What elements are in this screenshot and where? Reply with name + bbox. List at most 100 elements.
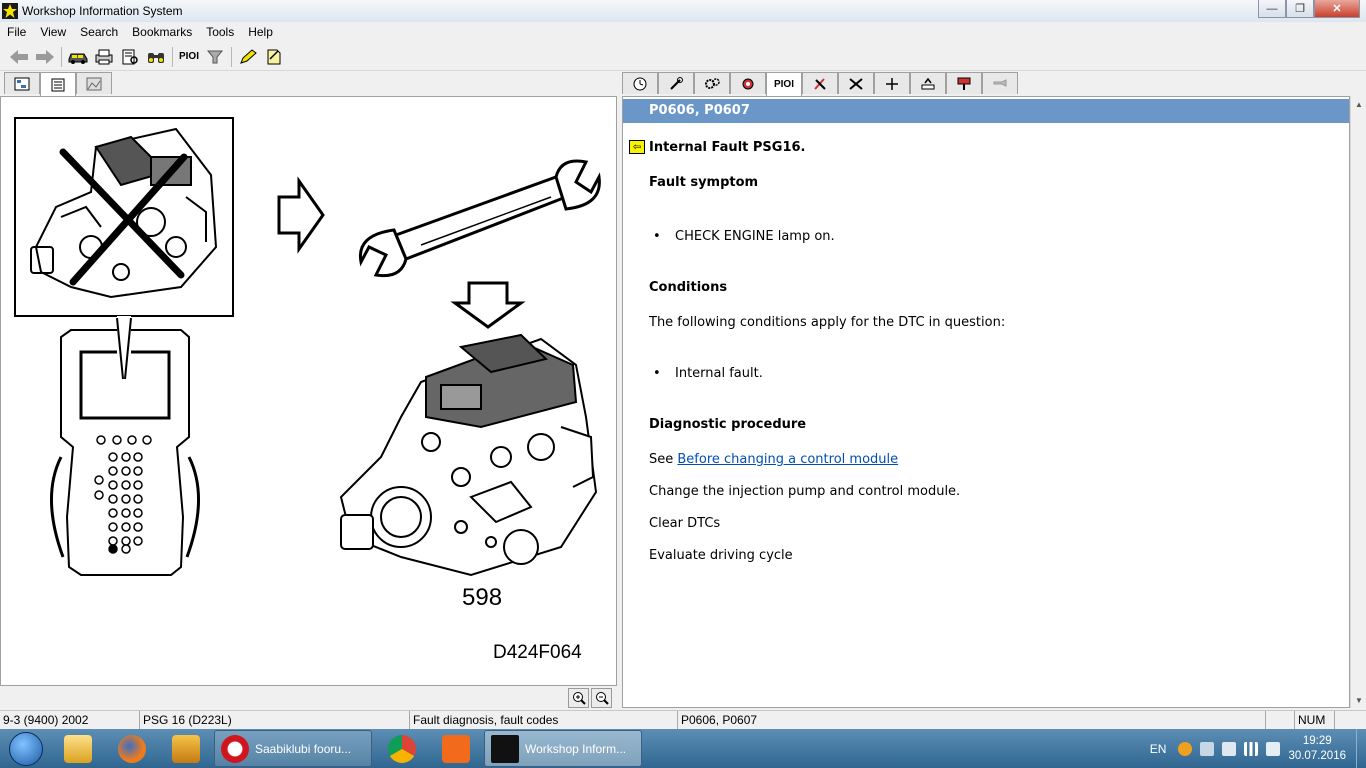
- tab-wrench[interactable]: [658, 72, 694, 94]
- window-title: Workshop Information System: [22, 4, 183, 18]
- network-signal-icon[interactable]: [1244, 741, 1259, 756]
- before-changing-control-module-link[interactable]: Before changing a control module: [677, 452, 898, 467]
- menu-bookmarks[interactable]: Bookmarks: [125, 25, 199, 39]
- toolbar: PIOI: [0, 43, 1366, 71]
- tab-document-view[interactable]: [40, 72, 76, 96]
- tray-app-icon[interactable]: [1178, 741, 1193, 756]
- start-button[interactable]: [0, 729, 52, 768]
- menu-view[interactable]: View: [33, 25, 73, 39]
- toolbar-separator: [61, 46, 62, 67]
- car-icon[interactable]: [65, 45, 91, 69]
- toolbar-separator: [231, 46, 232, 67]
- firefox-taskbar-button[interactable]: [106, 730, 158, 767]
- diagnostic-procedure-heading: Diagnostic procedure: [649, 417, 807, 432]
- app-taskbar-button[interactable]: [160, 730, 212, 767]
- zoom-controls: [568, 688, 614, 708]
- clock-date: 30.07.2016: [1288, 749, 1346, 762]
- tab-gears[interactable]: [694, 72, 730, 94]
- title-bar: Workshop Information System — ❐ ✕: [0, 0, 1366, 22]
- figure-code: D424F064: [493, 642, 582, 663]
- zoom-in-icon[interactable]: [568, 688, 589, 708]
- print-icon[interactable]: [91, 45, 117, 69]
- menu-bar: File View Search Bookmarks Tools Help: [0, 22, 1366, 41]
- binoculars-icon[interactable]: [143, 45, 169, 69]
- forward-arrow-icon[interactable]: [32, 45, 58, 69]
- mi-taskbar-button[interactable]: [430, 730, 482, 767]
- language-indicator[interactable]: EN: [1150, 742, 1167, 756]
- tab-disabled-tool[interactable]: [982, 72, 1018, 94]
- back-link-icon[interactable]: ⇦: [629, 140, 645, 154]
- back-arrow-icon[interactable]: [6, 45, 32, 69]
- tab-bulletin[interactable]: [946, 72, 982, 94]
- conditions-heading: Conditions: [649, 280, 728, 295]
- taskbar: Saabiklubi fooru... Workshop Inform... E…: [0, 729, 1366, 768]
- menu-help[interactable]: Help: [241, 25, 280, 39]
- windows-logo-icon: [9, 731, 43, 766]
- tab-tools[interactable]: [802, 72, 838, 94]
- status-bar: 9-3 (9400) 2002 PSG 16 (D223L) Fault dia…: [0, 710, 1366, 729]
- conditions-text: The following conditions apply for the D…: [649, 315, 1006, 330]
- scroll-up-icon[interactable]: ▲: [1351, 96, 1366, 112]
- tree-icon: [14, 77, 30, 90]
- close-button[interactable]: ✕: [1314, 0, 1360, 18]
- move-arrows-icon: [886, 77, 898, 90]
- firefox-icon: [118, 734, 146, 763]
- tray-device-icon[interactable]: [1222, 741, 1237, 756]
- menu-search[interactable]: Search: [73, 25, 125, 39]
- task-workshop[interactable]: Workshop Inform...: [484, 730, 642, 767]
- wrench-drawing: [358, 159, 601, 278]
- image-icon: [86, 77, 102, 90]
- opera-icon: [221, 734, 249, 763]
- document-header: P0606, P0607: [623, 99, 1349, 123]
- gears-icon: [705, 77, 720, 89]
- tab-lift[interactable]: [910, 72, 946, 94]
- illustration-pane: 598 D424F064: [0, 96, 617, 686]
- folder-icon: [64, 734, 92, 763]
- disabled-tool-icon: [993, 78, 1007, 87]
- tab-move[interactable]: [874, 72, 910, 94]
- tab-image-view[interactable]: [76, 72, 112, 94]
- filter-icon[interactable]: [202, 45, 228, 69]
- tab-fittings[interactable]: [838, 72, 874, 94]
- figure-number: 598: [462, 584, 503, 611]
- document-icon: [51, 78, 65, 91]
- print-preview-icon[interactable]: [117, 45, 143, 69]
- volume-icon[interactable]: [1266, 741, 1281, 756]
- tab-diagnostics[interactable]: [730, 72, 766, 94]
- menu-file[interactable]: File: [0, 25, 33, 39]
- explorer-taskbar-button[interactable]: [52, 730, 104, 767]
- chrome-icon: [388, 734, 416, 763]
- right-arrow-drawing: [277, 176, 325, 254]
- highlight-pen-icon[interactable]: [235, 45, 261, 69]
- show-desktop-button[interactable]: [1356, 729, 1366, 768]
- diagnostic-icon: [742, 78, 754, 89]
- note-pen-icon[interactable]: [261, 45, 287, 69]
- fittings-icon: [849, 77, 863, 90]
- status-codes: P0606, P0607: [678, 711, 1266, 729]
- tray-expand-icon[interactable]: [1200, 741, 1215, 756]
- down-arrow-drawing: [450, 281, 526, 329]
- restore-button[interactable]: ❐: [1286, 0, 1314, 18]
- tab-pioi[interactable]: PIOI: [766, 72, 802, 96]
- tools-icon: [814, 77, 826, 90]
- window-controls: — ❐ ✕: [1258, 0, 1360, 18]
- pioi-button[interactable]: PIOI: [176, 45, 202, 69]
- tab-tree-view[interactable]: [4, 72, 40, 94]
- menu-tools[interactable]: Tools: [199, 25, 241, 39]
- status-blank: [1266, 711, 1295, 729]
- scroll-down-icon[interactable]: ▼: [1351, 692, 1366, 708]
- zoom-out-icon[interactable]: [591, 688, 612, 708]
- lightning-icon: [172, 734, 200, 763]
- document-scrollbar[interactable]: ▲ ▼: [1350, 96, 1366, 708]
- workshop-star-icon: [491, 734, 519, 763]
- task-opera[interactable]: Saabiklubi fooru...: [214, 730, 372, 767]
- pump-replacement-illustration: [14, 117, 601, 577]
- clock[interactable]: 19:29 30.07.2016: [1288, 734, 1346, 764]
- status-num: NUM: [1295, 711, 1335, 729]
- chrome-taskbar-button[interactable]: [376, 730, 428, 767]
- minimize-button[interactable]: —: [1258, 0, 1286, 18]
- clock-icon: [633, 77, 647, 90]
- tab-clock[interactable]: [622, 72, 658, 94]
- left-tab-strip: [4, 72, 112, 96]
- app-star-icon: [2, 3, 18, 19]
